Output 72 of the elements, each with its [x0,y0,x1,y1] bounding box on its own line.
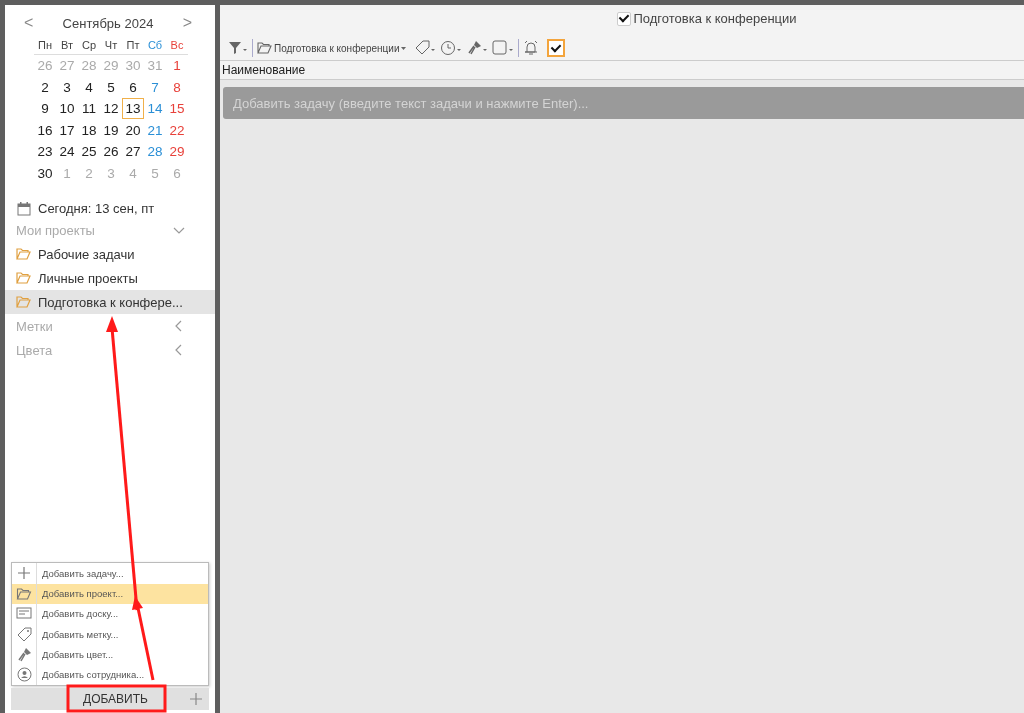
board-icon [16,606,32,621]
month-title: Сентябрь 2024 [62,15,154,31]
folder-icon [16,587,32,600]
calendar-day[interactable]: 12 [100,99,122,119]
weekday-label: Вт [60,39,74,51]
weekday-label: Чт [103,39,119,51]
calendar-day[interactable]: 15 [166,99,188,119]
weekday-label: Пт [125,39,141,51]
menu-item[interactable]: Добавить задачу... [12,563,208,584]
folder-icon [16,296,31,308]
project-item[interactable]: Личные проекты [5,266,215,290]
folder-icon [257,42,272,54]
calendar-day[interactable]: 27 [122,142,144,162]
calendar-day[interactable]: 30 [34,163,56,183]
calendar-day[interactable]: 29 [166,142,188,162]
tag-icon[interactable] [414,40,437,56]
folder-icon [16,272,31,284]
weekday-label: Ср [80,39,98,51]
calendar-day[interactable]: 17 [56,120,78,140]
calendar-day[interactable]: 6 [122,77,144,97]
bell-icon[interactable] [523,40,540,56]
menu-item[interactable]: Добавить доску... [12,603,208,625]
calendar-day[interactable]: 19 [100,120,122,140]
calendar-day[interactable]: 13 [122,98,144,120]
weekday-label: Сб [146,39,164,51]
square-icon[interactable] [492,40,515,56]
calendar-day[interactable]: 9 [34,99,56,119]
previous-month-button[interactable]: < [24,14,34,32]
project-dropdown[interactable]: Подготовка к конференции [257,42,407,54]
calendar-day[interactable]: 20 [122,120,144,140]
folder-icon [16,248,31,260]
calendar-day[interactable]: 18 [78,120,100,140]
calendar-day[interactable]: 3 [56,77,78,97]
next-month-button[interactable]: > [182,14,192,32]
menu-item[interactable]: Добавить цвет... [12,644,208,665]
calendar-day[interactable]: 14 [144,99,166,119]
weekday-label: Вс [169,39,185,51]
calendar-icon [17,201,31,216]
menu-item[interactable]: Добавить метку... [12,624,208,645]
menu-item[interactable]: Добавить сотрудника... [12,664,208,685]
plus-icon [17,566,31,581]
calendar-day[interactable]: 8 [166,77,188,97]
calendar-day[interactable]: 4 [78,77,100,97]
person-icon [16,667,32,683]
calendar-day[interactable]: 28 [144,142,166,162]
brush-icon[interactable] [466,40,489,56]
calendar-day[interactable]: 11 [78,99,100,119]
done-filter-checkbox[interactable] [547,39,566,57]
calendar-day[interactable]: 22 [166,120,188,140]
menu-item[interactable]: Добавить проект... [12,583,208,604]
caret-icon [401,46,407,50]
tag-icon [16,626,32,642]
project-checkbox[interactable] [617,11,632,26]
clock-icon[interactable] [440,40,463,56]
calendar-day[interactable]: 23 [34,142,56,162]
calendar-day[interactable]: 2 [34,77,56,97]
project-item[interactable]: Рабочие задачи [5,242,215,266]
calendar-day[interactable]: 10 [56,99,78,119]
calendar-day[interactable]: 5 [100,77,122,97]
filter-icon[interactable] [228,41,248,55]
calendar-day[interactable]: 1 [166,56,188,76]
today-label[interactable]: Сегодня: 13 сен, пт [38,201,155,216]
weekday-label: Пн [37,39,53,51]
brush-icon [16,647,32,663]
calendar-day[interactable]: 26 [100,142,122,162]
calendar-day[interactable]: 16 [34,120,56,140]
calendar-day[interactable]: 25 [78,142,100,162]
calendar-day[interactable]: 21 [144,120,166,140]
calendar-day[interactable]: 24 [56,142,78,162]
project-item[interactable]: Подготовка к конфере... [5,290,215,314]
calendar-day[interactable]: 7 [144,77,166,97]
project-title: Подготовка к конференции [633,11,797,26]
